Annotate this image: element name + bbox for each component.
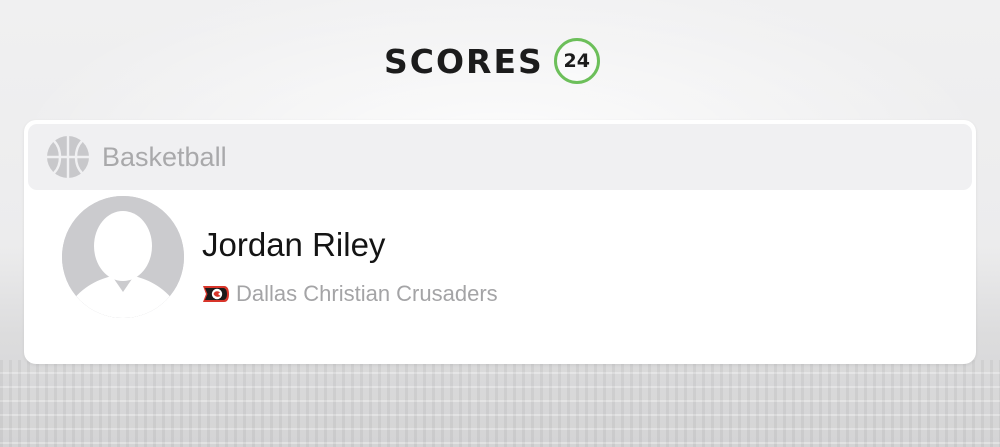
avatar-placeholder-icon <box>62 196 184 318</box>
stadium-seats-decoration <box>0 360 1000 447</box>
player-avatar <box>62 196 184 318</box>
site-logo[interactable]: SCORES 24 <box>384 34 600 88</box>
player-name[interactable]: Jordan Riley <box>202 228 385 261</box>
team-name: Dallas Christian Crusaders <box>236 281 498 306</box>
sport-label: Basketball <box>102 141 227 172</box>
team-crest-icon <box>203 286 229 302</box>
basketball-icon <box>47 136 89 178</box>
logo-badge: 24 <box>553 38 600 84</box>
sport-header[interactable]: Basketball <box>28 124 972 190</box>
logo-wordmark: SCORES <box>384 41 544 81</box>
team-link[interactable]: Dallas Christian Crusaders <box>202 280 498 308</box>
player-card: Basketball Jordan Riley Dallas Christian… <box>24 120 976 364</box>
